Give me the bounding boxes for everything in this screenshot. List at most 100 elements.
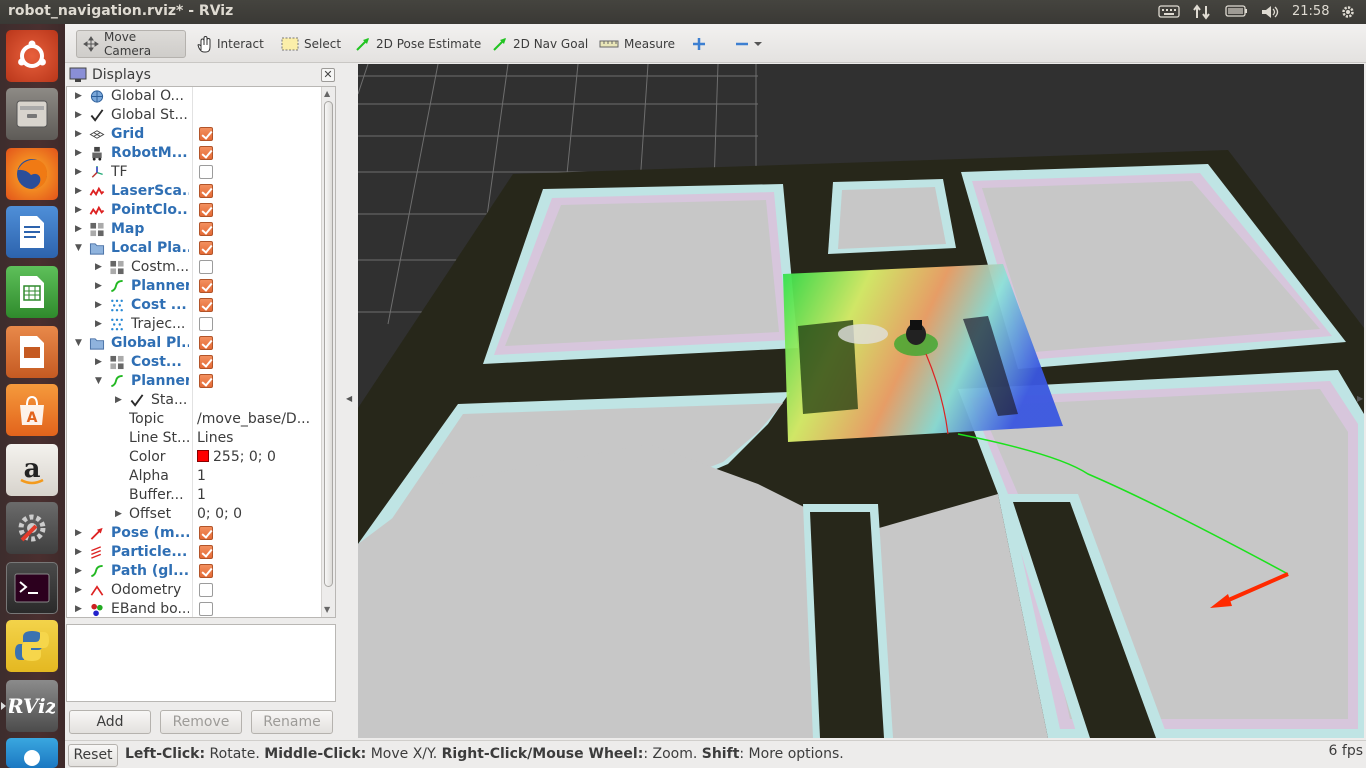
row-value[interactable]: Lines: [197, 429, 319, 448]
tree-row[interactable]: ▶ Path (gl...: [67, 562, 321, 581]
chevron-right-icon[interactable]: ▶: [75, 201, 85, 220]
chevron-right-icon[interactable]: ▶: [95, 296, 105, 315]
chevron-right-icon[interactable]: ▶: [115, 505, 125, 524]
scroll-down-icon[interactable]: ▼: [324, 605, 330, 614]
chevron-right-icon[interactable]: ▶: [75, 87, 85, 106]
tree-row[interactable]: Line St... Lines: [67, 429, 321, 448]
tree-row[interactable]: ▼ Local Pla...: [67, 239, 321, 258]
gear-icon[interactable]: [1340, 4, 1356, 20]
pose-estimate-tool[interactable]: 2D Pose Estimate: [349, 30, 487, 58]
tree-row[interactable]: ▶ PointClo...: [67, 201, 321, 220]
tree-row[interactable]: Topic/move_base/D...: [67, 410, 321, 429]
chevron-right-icon[interactable]: ▶: [75, 220, 85, 239]
keyboard-icon[interactable]: [1158, 4, 1180, 20]
battery-icon[interactable]: [1225, 4, 1249, 20]
enable-checkbox[interactable]: [199, 203, 213, 217]
nav-goal-tool[interactable]: 2D Nav Goal: [486, 30, 594, 58]
chevron-right-icon[interactable]: ▶: [95, 315, 105, 334]
row-value[interactable]: 255; 0; 0: [197, 448, 319, 467]
enable-checkbox[interactable]: [199, 336, 213, 350]
chevron-right-icon[interactable]: ▶: [75, 125, 85, 144]
calc-icon[interactable]: [6, 266, 58, 318]
enable-checkbox[interactable]: [199, 260, 213, 274]
tree-row[interactable]: ▶ Particle...: [67, 543, 321, 562]
chevron-right-icon[interactable]: ▶: [75, 562, 85, 581]
ubuntu-logo-icon[interactable]: [6, 30, 58, 82]
network-icon[interactable]: [1192, 4, 1212, 20]
tree-row[interactable]: ▶ Sta...: [67, 391, 321, 410]
tree-row[interactable]: ▶ Grid: [67, 125, 321, 144]
tree-row[interactable]: ▶ Offset 0; 0; 0: [67, 505, 321, 524]
chevron-right-icon[interactable]: ▶: [75, 144, 85, 163]
add-tool-button[interactable]: [686, 30, 712, 58]
enable-checkbox[interactable]: [199, 241, 213, 255]
files-icon[interactable]: [6, 88, 58, 140]
chevron-right-icon[interactable]: ▶: [75, 182, 85, 201]
enable-checkbox[interactable]: [199, 355, 213, 369]
chevron-right-icon[interactable]: ▶: [75, 106, 85, 125]
tree-scrollbar[interactable]: ▲ ▼: [321, 87, 335, 617]
chevron-right-icon[interactable]: ▶: [95, 277, 105, 296]
tree-row[interactable]: ▶ Global St...: [67, 106, 321, 125]
terminal-icon[interactable]: [6, 562, 58, 614]
enable-checkbox[interactable]: [199, 279, 213, 293]
chevron-down-icon[interactable]: ▼: [75, 334, 85, 353]
chevron-right-icon[interactable]: ▶: [95, 353, 105, 372]
enable-checkbox[interactable]: [199, 545, 213, 559]
rviz-app-icon[interactable]: RViz: [1, 680, 58, 732]
reset-button[interactable]: Reset: [68, 744, 118, 767]
impress-icon[interactable]: [6, 326, 58, 378]
enable-checkbox[interactable]: [199, 526, 213, 540]
system-settings-icon[interactable]: [6, 502, 58, 554]
firefox-icon[interactable]: [6, 148, 58, 200]
row-value[interactable]: /move_base/D...: [197, 410, 319, 429]
scroll-up-icon[interactable]: ▲: [324, 89, 330, 98]
chevron-right-icon[interactable]: ▶: [75, 524, 85, 543]
tree-row[interactable]: ▶ Cost ...: [67, 296, 321, 315]
chevron-right-icon[interactable]: ▶: [75, 600, 85, 617]
amazon-icon[interactable]: a: [6, 444, 58, 496]
tree-row[interactable]: Color 255; 0; 0: [67, 448, 321, 467]
rename-button[interactable]: Rename: [251, 710, 333, 734]
chevron-right-icon[interactable]: ▶: [75, 581, 85, 600]
move-camera-tool[interactable]: Move Camera: [76, 30, 186, 58]
scroll-thumb[interactable]: [324, 101, 333, 587]
render-view[interactable]: [358, 64, 1364, 738]
enable-checkbox[interactable]: [199, 127, 213, 141]
software-center-icon[interactable]: A: [6, 384, 58, 436]
tree-row[interactable]: ▶ Cost...: [67, 353, 321, 372]
clock[interactable]: 21:58: [1292, 4, 1329, 20]
displays-tree[interactable]: ▶ Global O... ▶ Global St... ▶ Grid ▶ RobotM...…: [66, 86, 336, 618]
chevron-down-icon[interactable]: ▼: [75, 239, 85, 258]
chevron-right-icon[interactable]: ▶: [75, 163, 85, 182]
scene-svg[interactable]: [358, 64, 1364, 738]
interact-tool[interactable]: Interact: [190, 30, 270, 58]
tree-row[interactable]: ▼ Global Pl...: [67, 334, 321, 353]
python-icon[interactable]: [6, 620, 58, 672]
chevron-right-icon[interactable]: ▶: [75, 543, 85, 562]
collapse-right-icon[interactable]: ▶: [1357, 394, 1363, 403]
tree-row[interactable]: Buffer... 1: [67, 486, 321, 505]
enable-checkbox[interactable]: [199, 298, 213, 312]
tree-row[interactable]: ▶ Costm...: [67, 258, 321, 277]
chevron-down-icon[interactable]: ▼: [95, 372, 105, 391]
enable-checkbox[interactable]: [199, 583, 213, 597]
row-value[interactable]: 1: [197, 486, 319, 505]
tree-row[interactable]: ▶ Odometry: [67, 581, 321, 600]
color-swatch[interactable]: [197, 450, 209, 462]
tree-row[interactable]: ▶ TF: [67, 163, 321, 182]
tree-row[interactable]: ▶ Map: [67, 220, 321, 239]
add-button[interactable]: Add: [69, 710, 151, 734]
enable-checkbox[interactable]: [199, 374, 213, 388]
row-value[interactable]: 0; 0; 0: [197, 505, 319, 524]
volume-icon[interactable]: [1260, 4, 1280, 20]
enable-checkbox[interactable]: [199, 222, 213, 236]
enable-checkbox[interactable]: [199, 564, 213, 578]
tree-row[interactable]: ▼ Planner: [67, 372, 321, 391]
close-icon[interactable]: ✕: [321, 68, 335, 82]
tree-row[interactable]: ▶ Trajec...: [67, 315, 321, 334]
enable-checkbox[interactable]: [199, 165, 213, 179]
tree-row[interactable]: Alpha 1: [67, 467, 321, 486]
tree-row[interactable]: ▶ Pose (m...: [67, 524, 321, 543]
remove-button[interactable]: Remove: [160, 710, 242, 734]
